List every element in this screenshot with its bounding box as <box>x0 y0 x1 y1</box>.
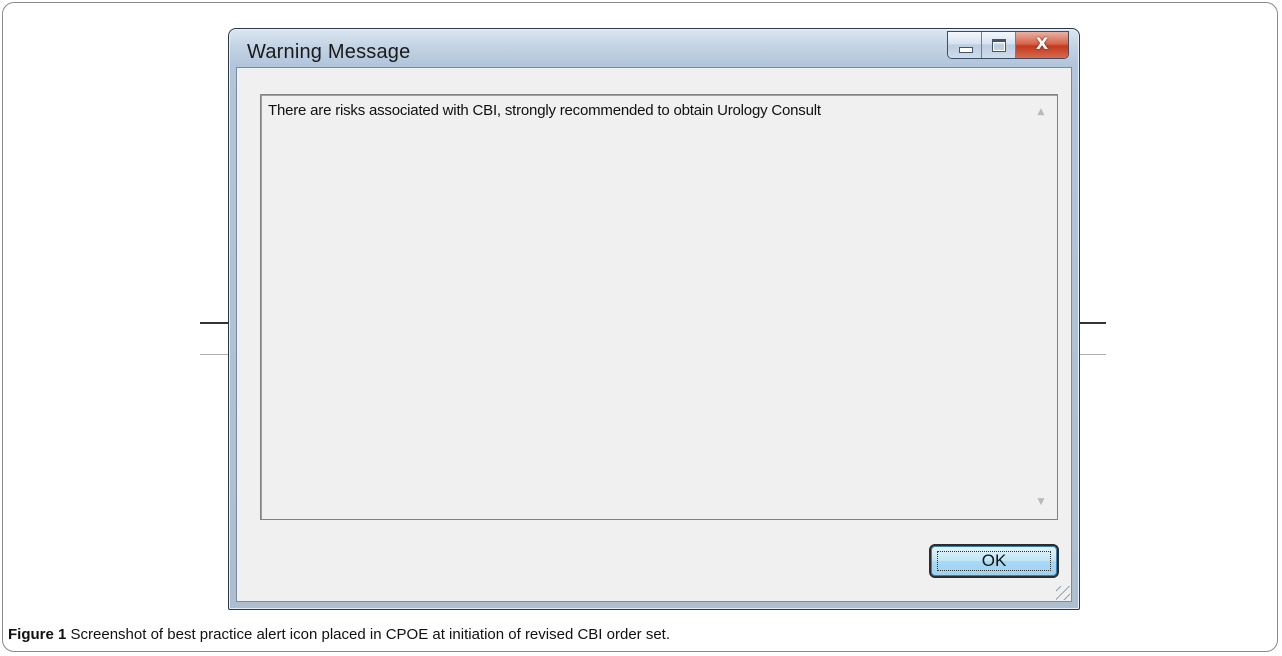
ok-button-label: OK <box>981 551 1007 570</box>
ok-button[interactable]: OK <box>929 544 1059 578</box>
warning-dialog: Warning Message X There are risks associ… <box>228 28 1080 610</box>
maximize-button[interactable] <box>982 32 1016 58</box>
dialog-client-area: There are risks associated with CBI, str… <box>236 67 1072 602</box>
minimize-icon <box>959 47 973 53</box>
resize-grip-icon[interactable] <box>1056 586 1070 600</box>
window-title: Warning Message <box>247 41 411 63</box>
minimize-button[interactable] <box>948 32 982 58</box>
background-divider-left <box>200 322 228 355</box>
title-bar[interactable]: Warning Message X <box>229 29 1079 67</box>
warning-message-text: There are risks associated with CBI, str… <box>268 102 821 119</box>
figure-caption-text: Screenshot of best practice alert icon p… <box>70 626 670 643</box>
maximize-icon <box>992 39 1006 52</box>
scroll-up-arrow-icon[interactable]: ▲ <box>1033 105 1049 119</box>
close-button[interactable]: X <box>1016 32 1068 58</box>
figure-label: Figure 1 <box>8 626 67 643</box>
figure-caption: Figure 1 Screenshot of best practice ale… <box>8 626 670 643</box>
caption-buttons: X <box>947 31 1069 59</box>
message-textbox[interactable]: There are risks associated with CBI, str… <box>260 94 1058 520</box>
close-icon: X <box>1035 34 1049 53</box>
background-divider-right <box>1078 322 1106 355</box>
scroll-down-arrow-icon[interactable]: ▼ <box>1033 495 1049 509</box>
